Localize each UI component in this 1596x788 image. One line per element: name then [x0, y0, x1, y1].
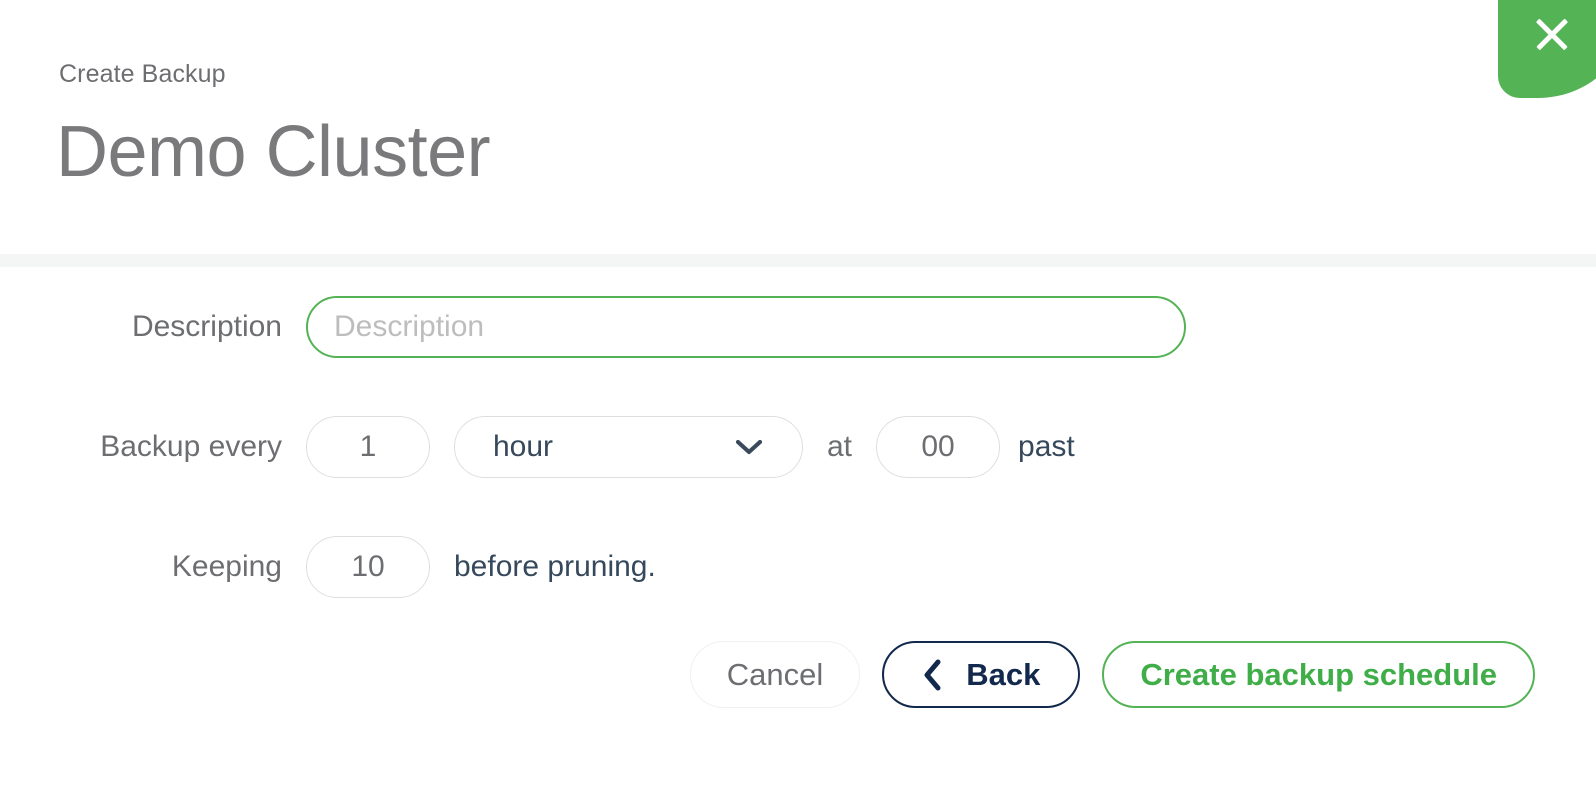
backup-interval-unit-select[interactable]: hour: [454, 416, 803, 478]
backup-every-label: Backup every: [100, 430, 282, 463]
keeping-row: Keeping before pruning.: [0, 536, 1596, 598]
past-text: past: [1018, 430, 1075, 463]
close-button[interactable]: [1498, 0, 1596, 98]
create-backup-dialog: Create Backup Demo Cluster Description B…: [0, 0, 1596, 788]
cancel-button[interactable]: Cancel: [689, 641, 861, 708]
description-label: Description: [131, 310, 282, 343]
backup-interval-row: Backup every hour at past: [0, 416, 1596, 478]
dialog-actions: Cancel Back Create backup schedule: [0, 641, 1596, 708]
backup-minute-input[interactable]: [876, 416, 1001, 478]
dialog-header: Create Backup Demo Cluster: [0, 0, 1596, 254]
back-button[interactable]: Back: [882, 641, 1081, 708]
header-divider: [0, 254, 1596, 267]
dialog-body: Description Backup every hour at past: [0, 267, 1596, 788]
backup-interval-unit-value: hour: [493, 430, 554, 463]
close-icon: [1532, 14, 1572, 54]
keeping-label: Keeping: [171, 550, 282, 583]
backup-interval-count-input[interactable]: [306, 416, 430, 478]
chevron-left-icon: [924, 659, 941, 690]
at-text: at: [827, 430, 853, 463]
description-row: Description: [0, 296, 1596, 358]
chevron-down-icon: [736, 439, 762, 454]
create-backup-schedule-button[interactable]: Create backup schedule: [1102, 641, 1535, 708]
back-button-label: Back: [966, 656, 1041, 692]
before-pruning-text: before pruning.: [454, 550, 656, 583]
keeping-count-input[interactable]: [306, 536, 430, 598]
description-input[interactable]: [306, 296, 1186, 358]
page-title: Demo Cluster: [56, 112, 491, 192]
dialog-eyebrow: Create Backup: [59, 60, 226, 88]
